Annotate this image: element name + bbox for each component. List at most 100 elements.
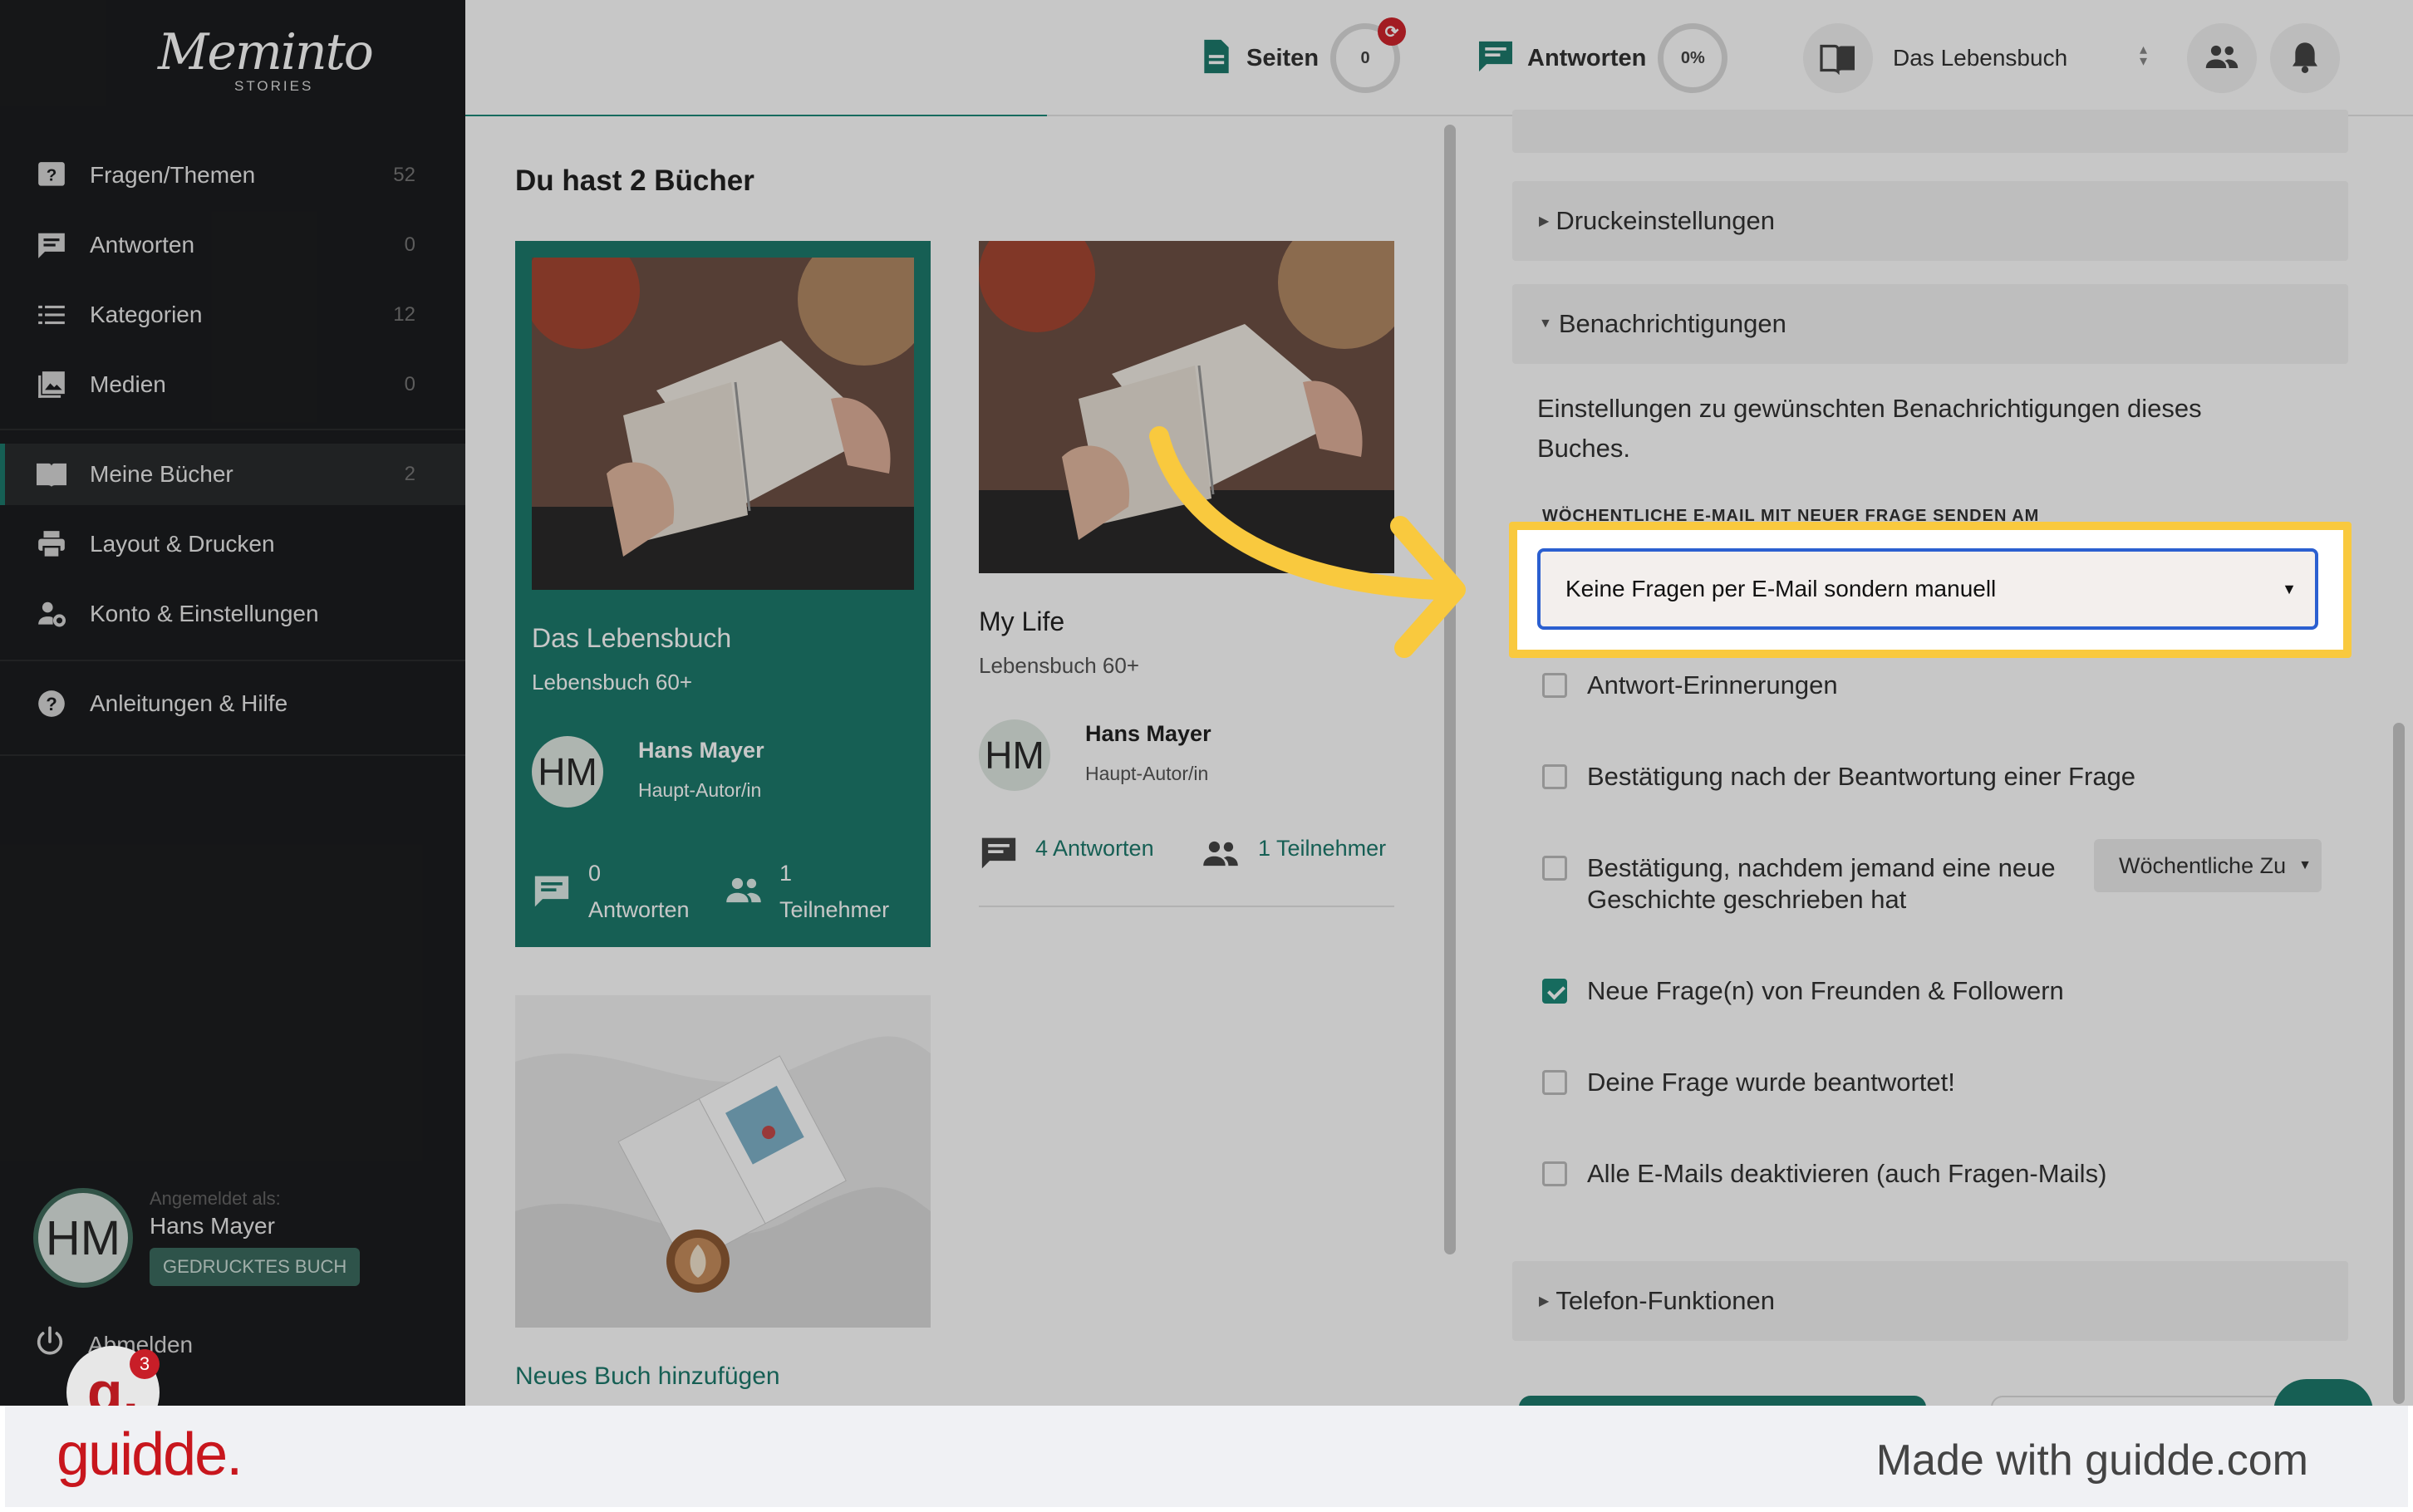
- author-name: Hans Mayer: [638, 738, 764, 763]
- option-label: Bestätigung nach der Beantwortung einer …: [1587, 762, 2136, 791]
- accordion-title: Druckeinstellungen: [1555, 206, 1775, 235]
- book-icon: [35, 458, 68, 491]
- sidebar-item-count: 12: [393, 303, 415, 326]
- settings-panel: ▶ Druckeinstellungen ▼ Benachrichtigunge…: [1459, 110, 2413, 1406]
- option-reminders[interactable]: Antwort-Erinnerungen: [1542, 670, 1838, 701]
- book-card-das-lebensbuch[interactable]: Das Lebensbuch Lebensbuch 60+ HM Hans Ma…: [515, 241, 931, 947]
- accordion-title: Telefon-Funktionen: [1555, 1286, 1775, 1315]
- option-friend-questions[interactable]: Neue Frage(n) von Freunden & Followern: [1542, 975, 2064, 1007]
- checkbox[interactable]: [1542, 764, 1567, 789]
- svg-text:?: ?: [46, 694, 57, 714]
- footer-credit: Made with guidde.com: [1875, 1436, 2308, 1485]
- printer-icon: [35, 528, 68, 561]
- sidebar-item-count: 2: [404, 463, 415, 485]
- books-scrollbar[interactable]: [1444, 125, 1456, 1254]
- accordion-phone-functions[interactable]: ▶ Telefon-Funktionen: [1512, 1261, 2348, 1341]
- refresh-icon[interactable]: ⟳: [1378, 17, 1407, 46]
- checkbox[interactable]: [1542, 673, 1567, 698]
- participants-link[interactable]: 1 Teilnehmer: [1258, 836, 1386, 862]
- comment-icon: [533, 874, 570, 913]
- svg-text:?: ?: [47, 165, 57, 184]
- author-avatar: HM: [979, 719, 1050, 791]
- selected-book: Das Lebensbuch: [1893, 45, 2068, 71]
- list-icon: [35, 298, 68, 331]
- sidebar-item-answers[interactable]: Antworten 0: [0, 214, 465, 276]
- answers-indicator[interactable]: Antworten 0%: [1477, 23, 1728, 93]
- people-icon: [1202, 839, 1240, 871]
- tutorial-highlight-frame: [1509, 522, 2352, 658]
- participants-button[interactable]: [2187, 23, 2257, 93]
- sidebar-item-label: Anleitungen & Hilfe: [90, 690, 288, 716]
- sidebar-item-account-settings[interactable]: Konto & Einstellungen: [0, 583, 465, 645]
- sidebar-item-my-books[interactable]: Meine Bücher 2: [0, 444, 465, 505]
- add-book-image[interactable]: [515, 995, 931, 1328]
- participants-label: Teilnehmer: [779, 897, 890, 922]
- option-answer-confirmation[interactable]: Bestätigung nach der Beantwortung einer …: [1542, 761, 2135, 793]
- sidebar-item-label: Konto & Einstellungen: [90, 601, 319, 626]
- sidebar-item-count: 0: [404, 233, 415, 256]
- comment-icon: [35, 228, 68, 262]
- comment-icon: [980, 836, 1017, 875]
- sidebar-item-layout-print[interactable]: Layout & Drucken: [0, 513, 465, 575]
- option-disable-all-emails[interactable]: Alle E-Mails deaktivieren (auch Fragen-M…: [1542, 1158, 2106, 1190]
- accordion-print-settings[interactable]: ▶ Druckeinstellungen: [1512, 181, 2348, 261]
- sidebar-item-categories[interactable]: Kategorien 12: [0, 284, 465, 346]
- sidebar-item-label: Fragen/Themen: [90, 162, 256, 188]
- book-card-my-life[interactable]: My Life Lebensbuch 60+ HM Hans Mayer Hau…: [979, 241, 1394, 907]
- author-avatar: HM: [532, 736, 603, 808]
- accordion-title: Benachrichtigungen: [1558, 309, 1786, 338]
- sidebar-divider: [0, 429, 465, 430]
- chat-fab[interactable]: [2273, 1379, 2373, 1406]
- book-icon-button: [1803, 23, 1873, 93]
- accordion-previous-section[interactable]: [1512, 110, 2348, 153]
- user-avatar[interactable]: HM: [33, 1188, 133, 1288]
- guidde-footer: guidde. Made with guidde.com: [0, 1406, 2413, 1512]
- pages-count: 0: [1360, 48, 1370, 67]
- people-icon: [2204, 43, 2239, 74]
- sidebar-item-media[interactable]: Medien 0: [0, 354, 465, 415]
- add-book-link[interactable]: Neues Buch hinzufügen: [515, 1362, 780, 1391]
- author-role: Haupt-Autor/in: [638, 779, 762, 801]
- author-name: Hans Mayer: [1085, 721, 1211, 746]
- sidebar-divider: [0, 754, 465, 756]
- chevron-down-icon: ▼: [2298, 858, 2312, 872]
- answers-ring: 0%: [1658, 23, 1728, 93]
- meminto-logo[interactable]: Meminto STORIES: [158, 23, 374, 98]
- sidebar-item-count: 52: [393, 164, 415, 186]
- book-title: Das Lebensbuch: [532, 623, 732, 653]
- sidebar-item-questions[interactable]: ? Fragen/Themen 52: [0, 145, 465, 206]
- sidebar-item-help[interactable]: ? Anleitungen & Hilfe: [0, 673, 465, 734]
- book-subtitle: Lebensbuch 60+: [979, 653, 1140, 678]
- user-name: Hans Mayer: [150, 1213, 275, 1239]
- card-divider: [979, 906, 1394, 907]
- accordion-notifications[interactable]: ▼ Benachrichtigungen: [1512, 284, 2348, 364]
- notifications-button[interactable]: [2270, 23, 2340, 93]
- checkbox[interactable]: [1542, 856, 1567, 881]
- author-role: Haupt-Autor/in: [1085, 763, 1209, 784]
- help-icon: ?: [35, 687, 68, 720]
- save-button[interactable]: [1519, 1396, 1926, 1406]
- top-header: Seiten 0 ⟳ Antworten 0% Das Lebensbuch ▴…: [465, 0, 2413, 116]
- book-selector[interactable]: Das Lebensbuch ▴ ▾: [1803, 23, 2152, 93]
- option-new-story-confirmation[interactable]: Bestätigung, nachdem jemand eine neue Ge…: [1542, 852, 2057, 916]
- checkbox[interactable]: [1542, 1070, 1567, 1095]
- book-cover-image: [979, 241, 1394, 573]
- answers-label: Antworten: [1527, 44, 1647, 71]
- books-panel: Du hast 2 Bücher Das Lebensbuch Lebensbu…: [465, 116, 1442, 1406]
- document-icon: [1200, 38, 1233, 79]
- option-label: Bestätigung, nachdem jemand eine neue Ge…: [1587, 853, 2056, 914]
- image-icon: [35, 368, 68, 401]
- answers-link[interactable]: 4 Antworten: [1035, 836, 1154, 862]
- frequency-select[interactable]: Wöchentliche Zu ▼: [2094, 839, 2322, 892]
- plan-badge: GEDRUCKTES BUCH: [150, 1248, 361, 1286]
- option-question-answered[interactable]: Deine Frage wurde beantwortet!: [1542, 1067, 1955, 1098]
- settings-scrollbar[interactable]: [2393, 723, 2405, 1404]
- guidde-badge: 3: [130, 1349, 160, 1379]
- checkbox-checked[interactable]: [1542, 979, 1567, 1004]
- checkbox[interactable]: [1542, 1161, 1567, 1186]
- option-label: Antwort-Erinnerungen: [1587, 670, 1838, 700]
- pages-indicator[interactable]: Seiten 0 ⟳: [1200, 17, 1407, 93]
- secondary-button[interactable]: [1991, 1396, 2307, 1406]
- sidebar: Meminto STORIES ? Fragen/Themen 52 Antwo…: [0, 0, 465, 1406]
- book-title: My Life: [979, 606, 1065, 636]
